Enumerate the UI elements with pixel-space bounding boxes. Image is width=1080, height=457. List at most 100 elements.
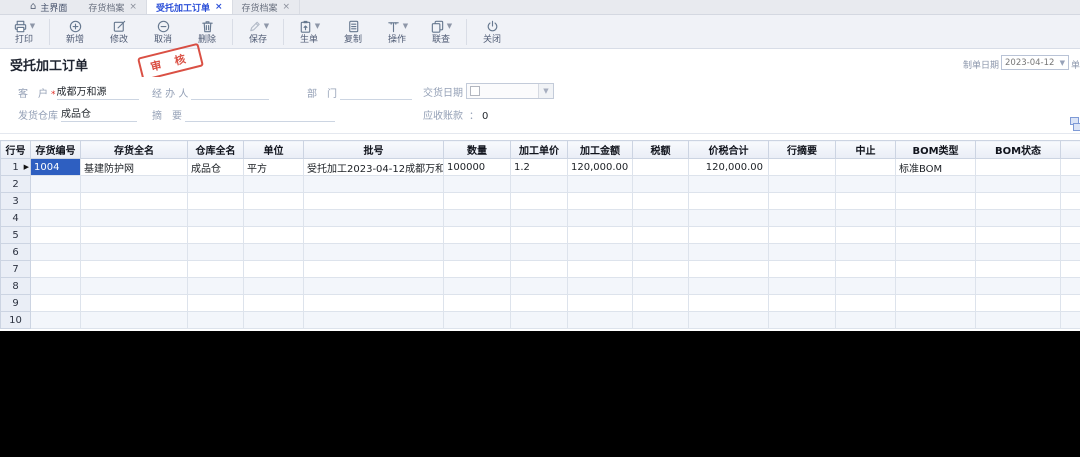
grid-cell[interactable] bbox=[568, 176, 633, 193]
grid-cell[interactable] bbox=[304, 312, 444, 329]
grid-cell[interactable] bbox=[81, 227, 188, 244]
grid-cell[interactable] bbox=[81, 193, 188, 210]
grid-cell[interactable] bbox=[976, 278, 1061, 295]
grid-cell[interactable] bbox=[31, 193, 81, 210]
grid-cell[interactable] bbox=[31, 312, 81, 329]
delivery-date-checkbox[interactable] bbox=[470, 86, 480, 96]
grid-cell[interactable] bbox=[304, 244, 444, 261]
grid-cell[interactable] bbox=[31, 261, 81, 278]
grid-cell[interactable] bbox=[568, 295, 633, 312]
save-button[interactable]: ▼保存 bbox=[236, 19, 280, 45]
summary-field[interactable] bbox=[185, 108, 335, 122]
row-number-cell[interactable]: 9 bbox=[1, 295, 31, 312]
add-button[interactable]: 新增 bbox=[53, 19, 97, 45]
handler-field[interactable] bbox=[191, 86, 269, 100]
grid-cell[interactable] bbox=[81, 244, 188, 261]
row-number-cell[interactable]: 10 bbox=[1, 312, 31, 329]
grid-cell[interactable] bbox=[976, 193, 1061, 210]
grid-cell[interactable] bbox=[1061, 261, 1080, 278]
grid-cell[interactable] bbox=[444, 176, 511, 193]
grid-cell[interactable] bbox=[81, 261, 188, 278]
grid-cell[interactable]: 受托加工2023-04-12成都万和源 bbox=[304, 159, 444, 176]
department-field[interactable] bbox=[340, 86, 412, 100]
grid-cell[interactable] bbox=[633, 193, 689, 210]
grid-cell[interactable] bbox=[896, 295, 976, 312]
chevron-down-icon[interactable]: ▼ bbox=[1060, 59, 1065, 67]
grid-cell[interactable]: 成品仓 bbox=[188, 159, 244, 176]
tab-item-2[interactable]: 存货档案× bbox=[233, 0, 301, 14]
grid-cell[interactable] bbox=[568, 261, 633, 278]
grid-cell[interactable] bbox=[188, 193, 244, 210]
grid-cell[interactable] bbox=[976, 261, 1061, 278]
grid-cell[interactable]: 120,000.00 bbox=[689, 159, 769, 176]
grid-cell[interactable] bbox=[188, 227, 244, 244]
grid-cell[interactable] bbox=[633, 261, 689, 278]
grid-cell[interactable] bbox=[769, 210, 836, 227]
grid-cell[interactable] bbox=[244, 176, 304, 193]
grid-cell[interactable] bbox=[633, 278, 689, 295]
grid-cell[interactable] bbox=[633, 159, 689, 176]
close-button[interactable]: 关闭 bbox=[470, 19, 514, 45]
grid-cell[interactable] bbox=[689, 244, 769, 261]
print-button[interactable]: ▼打印 bbox=[2, 19, 46, 45]
grid-cell[interactable] bbox=[244, 278, 304, 295]
grid-cell[interactable] bbox=[836, 278, 896, 295]
grid-cell[interactable] bbox=[633, 210, 689, 227]
grid-cell[interactable] bbox=[304, 261, 444, 278]
grid-cell[interactable] bbox=[511, 227, 568, 244]
grid-cell[interactable] bbox=[836, 227, 896, 244]
grid-cell[interactable] bbox=[896, 261, 976, 278]
grid-cell[interactable] bbox=[188, 176, 244, 193]
grid-cell[interactable]: 120,000.00 bbox=[568, 159, 633, 176]
grid-cell[interactable] bbox=[444, 244, 511, 261]
grid-cell[interactable] bbox=[511, 278, 568, 295]
close-icon[interactable]: × bbox=[283, 3, 291, 12]
row-number-cell[interactable]: 6 bbox=[1, 244, 31, 261]
grid-cell[interactable] bbox=[976, 227, 1061, 244]
grid-cell[interactable] bbox=[896, 210, 976, 227]
grid-cell[interactable] bbox=[511, 210, 568, 227]
edit-button[interactable]: 修改 bbox=[97, 19, 141, 45]
grid-cell[interactable] bbox=[81, 312, 188, 329]
grid-cell[interactable] bbox=[244, 261, 304, 278]
grid-cell[interactable] bbox=[1061, 278, 1080, 295]
grid-cell[interactable] bbox=[444, 295, 511, 312]
grid-cell[interactable] bbox=[689, 193, 769, 210]
grid-cell[interactable] bbox=[244, 244, 304, 261]
grid-cell[interactable] bbox=[836, 159, 896, 176]
grid-cell[interactable] bbox=[896, 227, 976, 244]
grid-cell[interactable]: 基建防护网 bbox=[81, 159, 188, 176]
row-number-cell[interactable]: 5 bbox=[1, 227, 31, 244]
grid-cell[interactable] bbox=[689, 312, 769, 329]
tab-item-1[interactable]: 受托加工订单× bbox=[147, 0, 233, 14]
grid-cell[interactable] bbox=[81, 295, 188, 312]
grid-cell[interactable]: 标准BOM bbox=[896, 159, 976, 176]
grid-cell[interactable] bbox=[769, 278, 836, 295]
grid-cell[interactable] bbox=[31, 227, 81, 244]
grid-cell[interactable] bbox=[976, 312, 1061, 329]
cancel-button[interactable]: 取消 bbox=[141, 19, 185, 45]
grid-cell[interactable] bbox=[511, 295, 568, 312]
grid-cell[interactable] bbox=[896, 312, 976, 329]
generate-button[interactable]: ▼生单 bbox=[287, 19, 331, 45]
delivery-date-picker[interactable]: ▼ bbox=[466, 83, 554, 99]
grid-cell[interactable] bbox=[1061, 312, 1080, 329]
grid-cell[interactable] bbox=[244, 193, 304, 210]
warehouse-field[interactable]: 成品仓 bbox=[61, 108, 137, 122]
grid-cell[interactable] bbox=[444, 312, 511, 329]
grid-cell[interactable] bbox=[444, 278, 511, 295]
tab-home[interactable]: ⌂ 主界面 bbox=[18, 0, 79, 14]
grid-cell[interactable] bbox=[976, 210, 1061, 227]
grid-cell[interactable] bbox=[633, 227, 689, 244]
row-number-cell[interactable]: 2 bbox=[1, 176, 31, 193]
grid-cell[interactable] bbox=[1061, 159, 1080, 176]
grid-cell[interactable] bbox=[31, 244, 81, 261]
grid-cell[interactable] bbox=[896, 193, 976, 210]
grid-cell[interactable] bbox=[444, 210, 511, 227]
grid-cell[interactable] bbox=[689, 261, 769, 278]
close-icon[interactable]: × bbox=[129, 3, 137, 12]
grid-cell[interactable] bbox=[511, 244, 568, 261]
grid-cell[interactable] bbox=[511, 176, 568, 193]
grid-cell[interactable] bbox=[633, 312, 689, 329]
grid-cell[interactable] bbox=[689, 176, 769, 193]
